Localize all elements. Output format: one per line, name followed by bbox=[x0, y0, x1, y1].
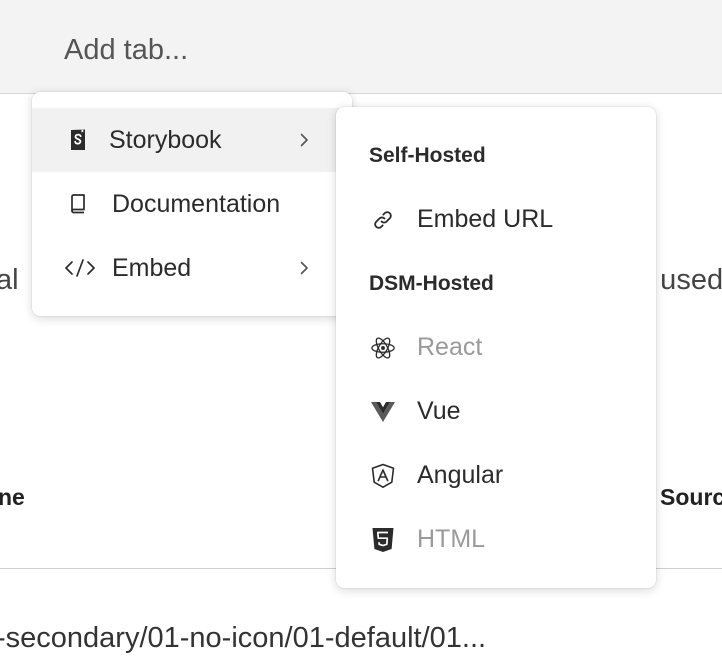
submenu-item-embed-url[interactable]: Embed URL bbox=[336, 187, 656, 251]
menu-item-documentation[interactable]: Documentation bbox=[32, 172, 352, 236]
submenu-item-label: HTML bbox=[417, 525, 486, 553]
chevron-right-icon bbox=[294, 130, 314, 150]
html5-icon bbox=[370, 527, 396, 553]
submenu-item-label: Angular bbox=[417, 461, 504, 489]
submenu-item-react[interactable]: React bbox=[336, 315, 656, 379]
submenu-item-label: React bbox=[417, 333, 483, 361]
story-path-link[interactable]: -secondary/01-no-icon/01-default/01... bbox=[0, 622, 486, 655]
add-tab-button[interactable]: Add tab... bbox=[64, 30, 188, 70]
vue-icon bbox=[370, 399, 396, 425]
section-heading-self-hosted: Self-Hosted bbox=[369, 144, 486, 167]
menu-item-label: Storybook bbox=[109, 126, 222, 154]
menu-item-storybook[interactable]: Storybook bbox=[32, 108, 352, 172]
angular-icon bbox=[370, 463, 396, 489]
storybook-submenu: Self-Hosted Embed URL DSM-Hosted React V… bbox=[336, 107, 656, 588]
add-tab-menu: Storybook Documentation Embed bbox=[32, 92, 352, 316]
menu-item-embed[interactable]: Embed bbox=[32, 236, 352, 300]
table-header-name: ne bbox=[0, 484, 25, 510]
chevron-right-icon bbox=[294, 258, 314, 278]
submenu-item-vue[interactable]: Vue bbox=[336, 379, 656, 443]
description-text-fragment: al bbox=[0, 264, 19, 296]
submenu-item-label: Embed URL bbox=[417, 205, 554, 233]
table-header-source: Sourc bbox=[660, 484, 722, 510]
menu-item-label: Embed bbox=[112, 254, 192, 282]
tab-bar: Add tab... bbox=[0, 0, 722, 94]
code-icon bbox=[64, 256, 96, 280]
section-heading-dsm-hosted: DSM-Hosted bbox=[369, 272, 494, 295]
storybook-icon bbox=[66, 128, 90, 152]
book-icon bbox=[66, 192, 90, 216]
react-icon bbox=[370, 335, 396, 361]
submenu-item-html[interactable]: HTML bbox=[336, 507, 656, 571]
app-root: Add tab... al e used ne Sourc -secondary… bbox=[0, 0, 722, 658]
submenu-item-angular[interactable]: Angular bbox=[336, 443, 656, 507]
menu-item-label: Documentation bbox=[112, 190, 281, 218]
submenu-item-label: Vue bbox=[417, 397, 461, 425]
link-icon bbox=[370, 207, 396, 233]
